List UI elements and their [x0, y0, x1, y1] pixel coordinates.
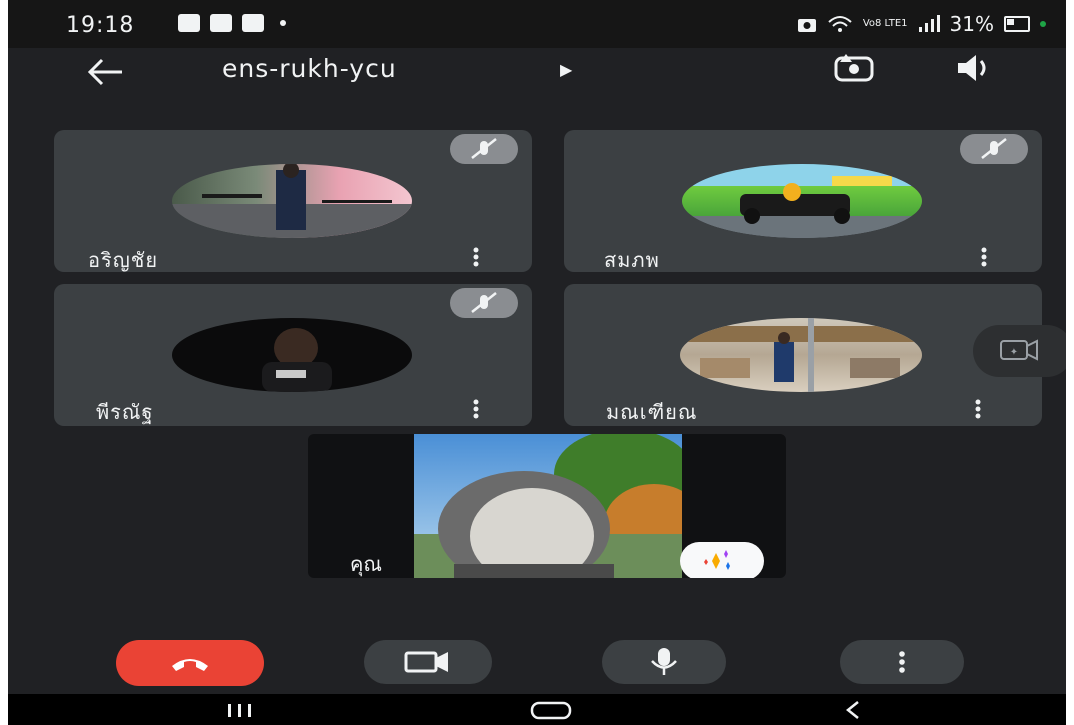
- participant-avatar: [682, 164, 922, 238]
- meeting-code-title[interactable]: ens-rukh-ycu: [222, 54, 397, 83]
- participant-avatar: [172, 164, 412, 238]
- muted-badge: [450, 134, 518, 164]
- message-notification-icon: [210, 14, 232, 32]
- meeting-info-caret-icon[interactable]: ▶: [560, 60, 572, 79]
- recent-apps-icon: [228, 704, 251, 717]
- muted-badge: [450, 288, 518, 318]
- battery-icon: [1004, 16, 1030, 32]
- back-button[interactable]: [84, 54, 128, 90]
- microphone-icon: [651, 648, 677, 675]
- status-time: 19:18: [66, 13, 135, 38]
- network-type-label: Vo8 LTE1: [862, 18, 908, 29]
- participant-tile-2[interactable]: สมภพ: [564, 130, 1042, 272]
- home-button[interactable]: [526, 697, 576, 723]
- muted-badge: [960, 134, 1028, 164]
- participant-menu-button[interactable]: [974, 244, 994, 272]
- side-camera-effects-button[interactable]: ✦: [973, 325, 1066, 377]
- svg-text:✦: ✦: [1010, 347, 1018, 358]
- more-vert-icon: [899, 651, 905, 673]
- end-call-button[interactable]: [116, 640, 264, 686]
- self-camera-image: [414, 434, 682, 578]
- self-view-tile[interactable]: คุณ: [308, 434, 786, 578]
- system-navigation-bar: [8, 694, 1066, 725]
- hang-up-icon: [172, 659, 208, 671]
- more-vert-icon: [975, 399, 981, 419]
- nav-back-button[interactable]: [834, 697, 874, 723]
- participant-name: มณเฑียณ: [606, 400, 698, 424]
- mic-off-icon: [471, 138, 497, 159]
- arrow-back-icon: [87, 58, 122, 86]
- signal-icon: [918, 15, 940, 32]
- camera-sparkle-icon: ✦: [1000, 339, 1038, 361]
- participant-avatar: [680, 318, 922, 392]
- participant-photo: [172, 164, 412, 238]
- self-label: คุณ: [350, 552, 382, 576]
- self-camera-video: [414, 434, 682, 578]
- gallery-notification-icon: [178, 14, 200, 32]
- participant-name: สมภพ: [604, 248, 660, 272]
- home-icon: [530, 701, 572, 720]
- privacy-indicator-dot-icon: [1040, 21, 1046, 27]
- toggle-camera-button[interactable]: [364, 640, 492, 684]
- participant-photo: [682, 176, 922, 238]
- participant-menu-button[interactable]: [968, 396, 988, 424]
- meet-call-screen: 19:18 Vo8 LTE1 31% ens-rukh-ycu ▶ อริญชั…: [8, 0, 1066, 725]
- participant-photo: [262, 328, 332, 392]
- call-top-bar: ens-rukh-ycu ▶: [8, 48, 1066, 104]
- audio-output-button[interactable]: [950, 50, 996, 86]
- wifi-icon: [828, 16, 852, 32]
- participant-name: อริญชัย: [88, 248, 159, 272]
- more-vert-icon: [981, 247, 987, 267]
- switch-camera-button[interactable]: [828, 48, 880, 88]
- video-camera-icon: [404, 651, 448, 673]
- more-vert-icon: [473, 247, 479, 267]
- toggle-mic-button[interactable]: [602, 640, 726, 684]
- status-bar: 19:18 Vo8 LTE1 31%: [8, 0, 1066, 48]
- mic-off-icon: [471, 292, 497, 313]
- more-notifications-dot-icon: [280, 20, 286, 26]
- participant-tile-3[interactable]: พีรณัฐ: [54, 284, 532, 426]
- visual-effects-button[interactable]: [680, 542, 764, 578]
- sparkle-effects-icon: [704, 550, 730, 570]
- participant-menu-button[interactable]: [466, 396, 486, 424]
- youtube-notification-icon: [242, 14, 264, 32]
- participant-photo: [680, 318, 922, 392]
- participant-avatar: [172, 318, 412, 392]
- participant-tile-1[interactable]: อริญชัย: [54, 130, 532, 272]
- participant-tile-4[interactable]: มณเฑียณ: [564, 284, 1042, 426]
- participant-menu-button[interactable]: [466, 244, 486, 272]
- mic-off-icon: [981, 138, 1007, 159]
- nav-back-icon: [845, 701, 859, 719]
- notification-icons: [178, 14, 286, 32]
- switch-camera-icon: [834, 54, 874, 82]
- more-options-button[interactable]: [840, 640, 964, 684]
- battery-percent: 31%: [949, 12, 994, 36]
- camera-in-use-icon: [797, 19, 816, 32]
- more-vert-icon: [473, 399, 479, 419]
- status-right-group: Vo8 LTE1 31%: [797, 12, 1046, 36]
- speaker-icon: [958, 55, 986, 81]
- participant-name: พีรณัฐ: [96, 400, 154, 424]
- recent-apps-button[interactable]: [220, 697, 260, 723]
